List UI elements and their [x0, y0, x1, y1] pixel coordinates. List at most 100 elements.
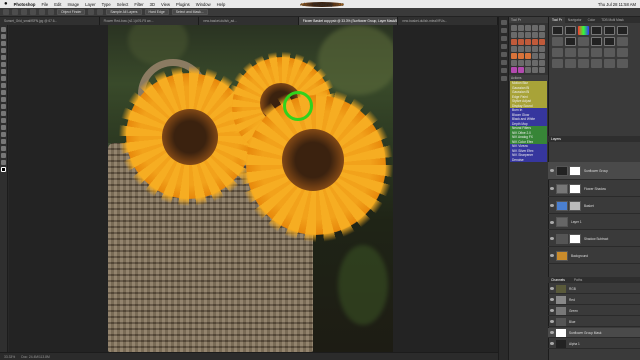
layer-mask-thumbnail[interactable]: [569, 165, 581, 176]
swatches-panel-icon[interactable]: [500, 60, 507, 65]
eye-icon[interactable]: [550, 187, 554, 190]
history-panel-icon[interactable]: [500, 20, 507, 25]
mode-dropdown[interactable]: Object Finder: [57, 9, 86, 15]
preset-icon[interactable]: [539, 46, 545, 52]
brushes-panel-icon[interactable]: [500, 52, 507, 57]
mask-tool-icon[interactable]: [565, 26, 576, 35]
doc-tab[interactable]: Flower Red-bow (n2.1)#76-F5 wc...: [99, 17, 200, 25]
preset-icon[interactable]: [539, 25, 545, 31]
new-selection-icon[interactable]: [21, 9, 27, 15]
info-panel-icon[interactable]: [500, 68, 507, 73]
blur-tool-icon[interactable]: [1, 111, 6, 116]
refresh-icon[interactable]: [88, 9, 95, 15]
mask-tool-icon[interactable]: [604, 26, 615, 35]
channel-row[interactable]: Blue: [548, 317, 640, 327]
mask-tool-icon[interactable]: [552, 26, 563, 35]
mask-tool-icon[interactable]: [591, 59, 602, 68]
menu-plugins[interactable]: Plugins: [176, 2, 190, 7]
lasso-tool-icon[interactable]: [1, 41, 6, 46]
eye-icon[interactable]: [550, 298, 554, 301]
tab-channels[interactable]: Channels: [551, 278, 565, 282]
mask-tool-icon[interactable]: [565, 59, 576, 68]
preset-icon[interactable]: [511, 32, 517, 38]
path-selection-tool-icon[interactable]: [1, 139, 6, 144]
mask-tool-icon[interactable]: [578, 59, 589, 68]
layer-row[interactable]: Sunflower Group: [548, 162, 640, 180]
preset-icon[interactable]: [511, 60, 517, 66]
apple-icon[interactable]: ●: [4, 1, 8, 7]
channel-row[interactable]: Green: [548, 306, 640, 316]
preset-icon[interactable]: [518, 39, 524, 45]
preset-icon[interactable]: [511, 46, 517, 52]
preset-icon[interactable]: [532, 39, 538, 45]
adjustments-panel-icon[interactable]: [500, 36, 507, 41]
menu-3d[interactable]: 3D: [150, 2, 155, 7]
preset-icon[interactable]: [518, 32, 524, 38]
move-tool-icon[interactable]: [1, 27, 6, 32]
eye-icon[interactable]: [550, 331, 554, 334]
preset-icon[interactable]: [525, 46, 531, 52]
preset-icon[interactable]: [518, 60, 524, 66]
zoom-level[interactable]: 33.33%: [4, 355, 15, 359]
mask-tool-icon[interactable]: [617, 48, 628, 57]
layer-row[interactable]: Layer 1: [548, 215, 640, 230]
properties-panel-icon[interactable]: [500, 28, 507, 33]
layer-mask-thumbnail[interactable]: [569, 233, 581, 244]
mask-tool-icon[interactable]: [565, 37, 576, 46]
preset-icon[interactable]: [525, 60, 531, 66]
preset-icon[interactable]: [511, 39, 517, 45]
zoom-tool-icon[interactable]: [1, 160, 6, 165]
preset-icon[interactable]: [539, 60, 545, 66]
eye-icon[interactable]: [550, 220, 554, 224]
action-item[interactable]: Denoise: [510, 157, 547, 162]
layer-mask-thumbnail[interactable]: [569, 200, 581, 211]
mask-tool-icon[interactable]: [591, 48, 602, 57]
eyedropper-tool-icon[interactable]: [1, 62, 6, 67]
mask-tool-icon[interactable]: [617, 59, 628, 68]
document-image[interactable]: [108, 25, 393, 352]
layer-row[interactable]: Basket: [548, 198, 640, 214]
mask-tool-icon[interactable]: [591, 37, 602, 46]
history-brush-tool-icon[interactable]: [1, 90, 6, 95]
preset-icon[interactable]: [532, 60, 538, 66]
libraries-panel-icon[interactable]: [500, 44, 507, 49]
tab-paths[interactable]: Paths: [574, 278, 582, 282]
mask-tool-icon[interactable]: [617, 26, 628, 35]
mask-tool-icon[interactable]: [578, 37, 589, 46]
eraser-tool-icon[interactable]: [1, 97, 6, 102]
preset-icon[interactable]: [539, 32, 545, 38]
layer-row[interactable]: Background: [548, 248, 640, 264]
mask-tool-icon[interactable]: [604, 48, 615, 57]
doc-tab[interactable]: new-basket-dullsh-mlea0fFUs...: [398, 17, 498, 25]
dodge-tool-icon[interactable]: [1, 118, 6, 123]
menu-type[interactable]: Type: [102, 2, 111, 7]
gradient-tool-icon[interactable]: [1, 104, 6, 109]
shape-tool-icon[interactable]: [1, 146, 6, 151]
mask-tool-icon[interactable]: [604, 59, 615, 68]
preset-icon[interactable]: [525, 67, 531, 73]
menu-image[interactable]: Image: [67, 2, 79, 7]
preset-icon[interactable]: [532, 67, 538, 73]
channels-panel-title[interactable]: Channels Paths: [548, 277, 640, 283]
eye-icon[interactable]: [550, 320, 554, 323]
eye-icon[interactable]: [550, 204, 554, 207]
layers-panel-title[interactable]: Layers: [548, 136, 640, 142]
channel-row[interactable]: Red: [548, 295, 640, 305]
preset-icon[interactable]: [525, 32, 531, 38]
menu-filter[interactable]: Filter: [134, 2, 143, 7]
preset-icon[interactable]: [511, 25, 517, 31]
mask-tool-icon[interactable]: [552, 59, 563, 68]
intersect-selection-icon[interactable]: [48, 9, 54, 15]
healing-brush-tool-icon[interactable]: [1, 69, 6, 74]
menu-help[interactable]: Help: [217, 2, 226, 7]
tab-navigator[interactable]: Navigator: [565, 17, 585, 23]
preset-icon[interactable]: [525, 25, 531, 31]
menu-app-name[interactable]: Photoshop: [14, 2, 36, 7]
preset-icon[interactable]: [539, 67, 545, 73]
channel-row[interactable]: RGB: [548, 284, 640, 294]
menu-layer[interactable]: Layer: [85, 2, 95, 7]
eye-icon[interactable]: [550, 237, 554, 240]
marquee-tool-icon[interactable]: [1, 34, 6, 39]
mask-tool-icon[interactable]: [565, 48, 576, 57]
color-wheel-icon[interactable]: [578, 26, 589, 35]
